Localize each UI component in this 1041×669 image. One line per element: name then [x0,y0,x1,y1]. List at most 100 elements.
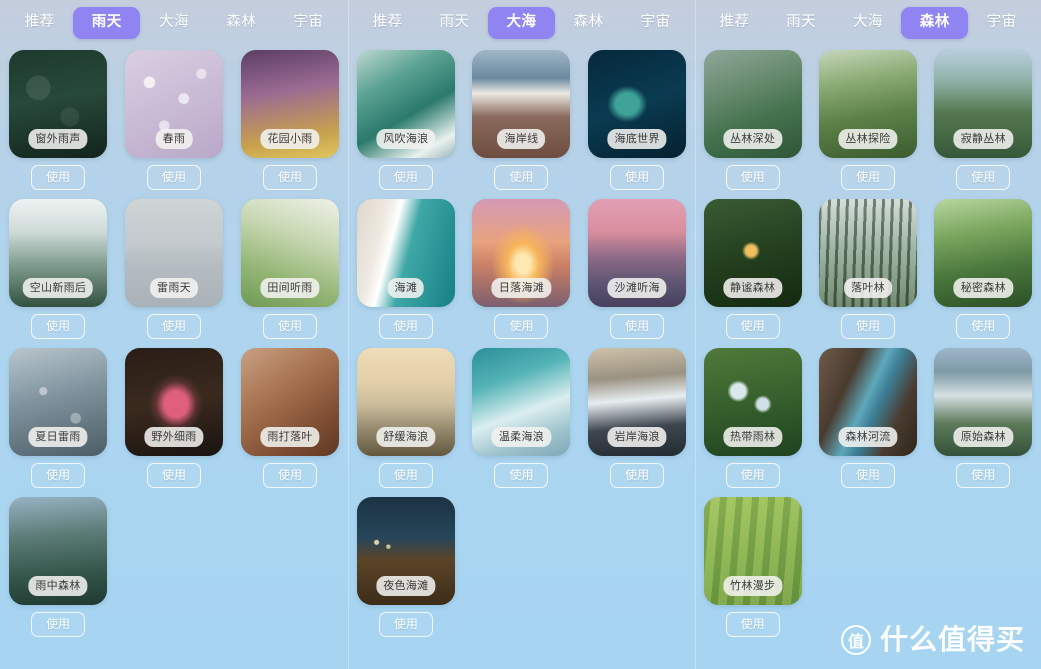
use-wallpaper-button[interactable]: 使用 [725,463,780,488]
tab-sea-4[interactable]: 宇宙 [622,7,689,39]
use-wallpaper-button[interactable]: 使用 [610,165,665,190]
tab-rain-2[interactable]: 大海 [140,7,207,39]
wallpaper-card[interactable]: 窗外雨声 使用 [0,50,116,190]
wallpaper-thumbnail[interactable]: 雨中森林 [8,497,107,605]
wallpaper-card[interactable]: 空山新雨后 使用 [0,199,116,339]
wallpaper-card[interactable]: 雷雨天 使用 [116,199,232,339]
wallpaper-thumbnail[interactable]: 夏日雷雨 [8,348,107,456]
wallpaper-thumbnail[interactable]: 夜色海滩 [356,497,455,605]
use-wallpaper-button[interactable]: 使用 [30,165,85,190]
wallpaper-card[interactable]: 丛林探险 使用 [810,50,925,190]
wallpaper-thumbnail[interactable]: 海滩 [356,199,455,307]
wallpaper-thumbnail[interactable]: 秘密森林 [934,199,1033,307]
use-wallpaper-button[interactable]: 使用 [378,314,433,339]
use-wallpaper-button[interactable]: 使用 [956,314,1011,339]
use-wallpaper-button[interactable]: 使用 [610,463,665,488]
wallpaper-card[interactable]: 森林河流 使用 [810,348,925,488]
wallpaper-thumbnail[interactable]: 原始森林 [934,348,1033,456]
wallpaper-card[interactable]: 风吹海浪 使用 [348,50,464,190]
use-wallpaper-button[interactable]: 使用 [146,165,201,190]
wallpaper-thumbnail[interactable]: 森林河流 [818,348,917,456]
wallpaper-card[interactable]: 海滩 使用 [348,199,464,339]
use-wallpaper-button[interactable]: 使用 [30,463,85,488]
wallpaper-card[interactable]: 寂静丛林 使用 [926,50,1041,190]
wallpaper-card[interactable]: 夜色海滩 使用 [348,497,464,637]
wallpaper-thumbnail[interactable]: 海底世界 [588,50,687,158]
tab-sea-2[interactable]: 大海 [488,7,555,39]
wallpaper-card[interactable]: 静谧森林 使用 [695,199,810,339]
tab-forest-2[interactable]: 大海 [835,7,902,39]
wallpaper-thumbnail[interactable]: 温柔海浪 [472,348,571,456]
wallpaper-thumbnail[interactable]: 舒缓海浪 [356,348,455,456]
use-wallpaper-button[interactable]: 使用 [494,314,549,339]
wallpaper-card[interactable]: 海底世界 使用 [579,50,695,190]
use-wallpaper-button[interactable]: 使用 [30,612,85,637]
wallpaper-card[interactable]: 岩岸海浪 使用 [579,348,695,488]
wallpaper-card[interactable]: 日落海滩 使用 [464,199,580,339]
wallpaper-thumbnail[interactable]: 静谧森林 [703,199,802,307]
tab-sea-1[interactable]: 雨天 [421,7,488,39]
use-wallpaper-button[interactable]: 使用 [262,314,317,339]
wallpaper-card[interactable]: 沙滩听海 使用 [579,199,695,339]
wallpaper-thumbnail[interactable]: 竹林漫步 [703,497,802,605]
use-wallpaper-button[interactable]: 使用 [725,165,780,190]
wallpaper-thumbnail[interactable]: 空山新雨后 [8,199,107,307]
use-wallpaper-button[interactable]: 使用 [146,463,201,488]
use-wallpaper-button[interactable]: 使用 [146,314,201,339]
tab-forest-0[interactable]: 推荐 [701,7,768,39]
use-wallpaper-button[interactable]: 使用 [378,612,433,637]
wallpaper-thumbnail[interactable]: 沙滩听海 [588,199,687,307]
wallpaper-thumbnail[interactable]: 窗外雨声 [8,50,107,158]
wallpaper-card[interactable]: 雨中森林 使用 [0,497,116,637]
wallpaper-thumbnail[interactable]: 丛林探险 [818,50,917,158]
wallpaper-card[interactable]: 海岸线 使用 [464,50,580,190]
use-wallpaper-button[interactable]: 使用 [840,314,895,339]
wallpaper-thumbnail[interactable]: 日落海滩 [472,199,571,307]
wallpaper-card[interactable]: 竹林漫步 使用 [695,497,810,637]
wallpaper-card[interactable]: 春雨 使用 [116,50,232,190]
wallpaper-card[interactable]: 花园小雨 使用 [232,50,348,190]
tab-sea-0[interactable]: 推荐 [354,7,421,39]
tab-rain-4[interactable]: 宇宙 [275,7,342,39]
wallpaper-thumbnail[interactable]: 丛林深处 [703,50,802,158]
tab-rain-3[interactable]: 森林 [208,7,275,39]
wallpaper-thumbnail[interactable]: 雨打落叶 [240,348,339,456]
wallpaper-card[interactable]: 舒缓海浪 使用 [348,348,464,488]
use-wallpaper-button[interactable]: 使用 [494,165,549,190]
use-wallpaper-button[interactable]: 使用 [840,165,895,190]
wallpaper-card[interactable]: 热带雨林 使用 [695,348,810,488]
use-wallpaper-button[interactable]: 使用 [956,463,1011,488]
tab-forest-3[interactable]: 森林 [901,7,969,39]
tab-rain-1[interactable]: 雨天 [73,7,141,39]
use-wallpaper-button[interactable]: 使用 [262,463,317,488]
use-wallpaper-button[interactable]: 使用 [262,165,317,190]
tab-forest-1[interactable]: 雨天 [768,7,835,39]
wallpaper-card[interactable]: 秘密森林 使用 [926,199,1041,339]
use-wallpaper-button[interactable]: 使用 [378,463,433,488]
wallpaper-thumbnail[interactable]: 寂静丛林 [934,50,1033,158]
use-wallpaper-button[interactable]: 使用 [378,165,433,190]
wallpaper-thumbnail[interactable]: 风吹海浪 [356,50,455,158]
wallpaper-card[interactable]: 野外细雨 使用 [116,348,232,488]
wallpaper-card[interactable]: 田间听雨 使用 [232,199,348,339]
wallpaper-thumbnail[interactable]: 落叶林 [818,199,917,307]
wallpaper-thumbnail[interactable]: 岩岸海浪 [588,348,687,456]
tab-rain-0[interactable]: 推荐 [6,7,73,39]
tab-forest-4[interactable]: 宇宙 [968,7,1035,39]
use-wallpaper-button[interactable]: 使用 [610,314,665,339]
wallpaper-thumbnail[interactable]: 花园小雨 [240,50,339,158]
use-wallpaper-button[interactable]: 使用 [725,314,780,339]
wallpaper-card[interactable]: 落叶林 使用 [810,199,925,339]
wallpaper-thumbnail[interactable]: 雷雨天 [124,199,223,307]
wallpaper-card[interactable]: 温柔海浪 使用 [464,348,580,488]
wallpaper-thumbnail[interactable]: 春雨 [124,50,223,158]
wallpaper-thumbnail[interactable]: 野外细雨 [124,348,223,456]
use-wallpaper-button[interactable]: 使用 [956,165,1011,190]
use-wallpaper-button[interactable]: 使用 [725,612,780,637]
wallpaper-thumbnail[interactable]: 田间听雨 [240,199,339,307]
wallpaper-card[interactable]: 夏日雷雨 使用 [0,348,116,488]
wallpaper-card[interactable]: 丛林深处 使用 [695,50,810,190]
use-wallpaper-button[interactable]: 使用 [840,463,895,488]
wallpaper-card[interactable]: 雨打落叶 使用 [232,348,348,488]
use-wallpaper-button[interactable]: 使用 [494,463,549,488]
